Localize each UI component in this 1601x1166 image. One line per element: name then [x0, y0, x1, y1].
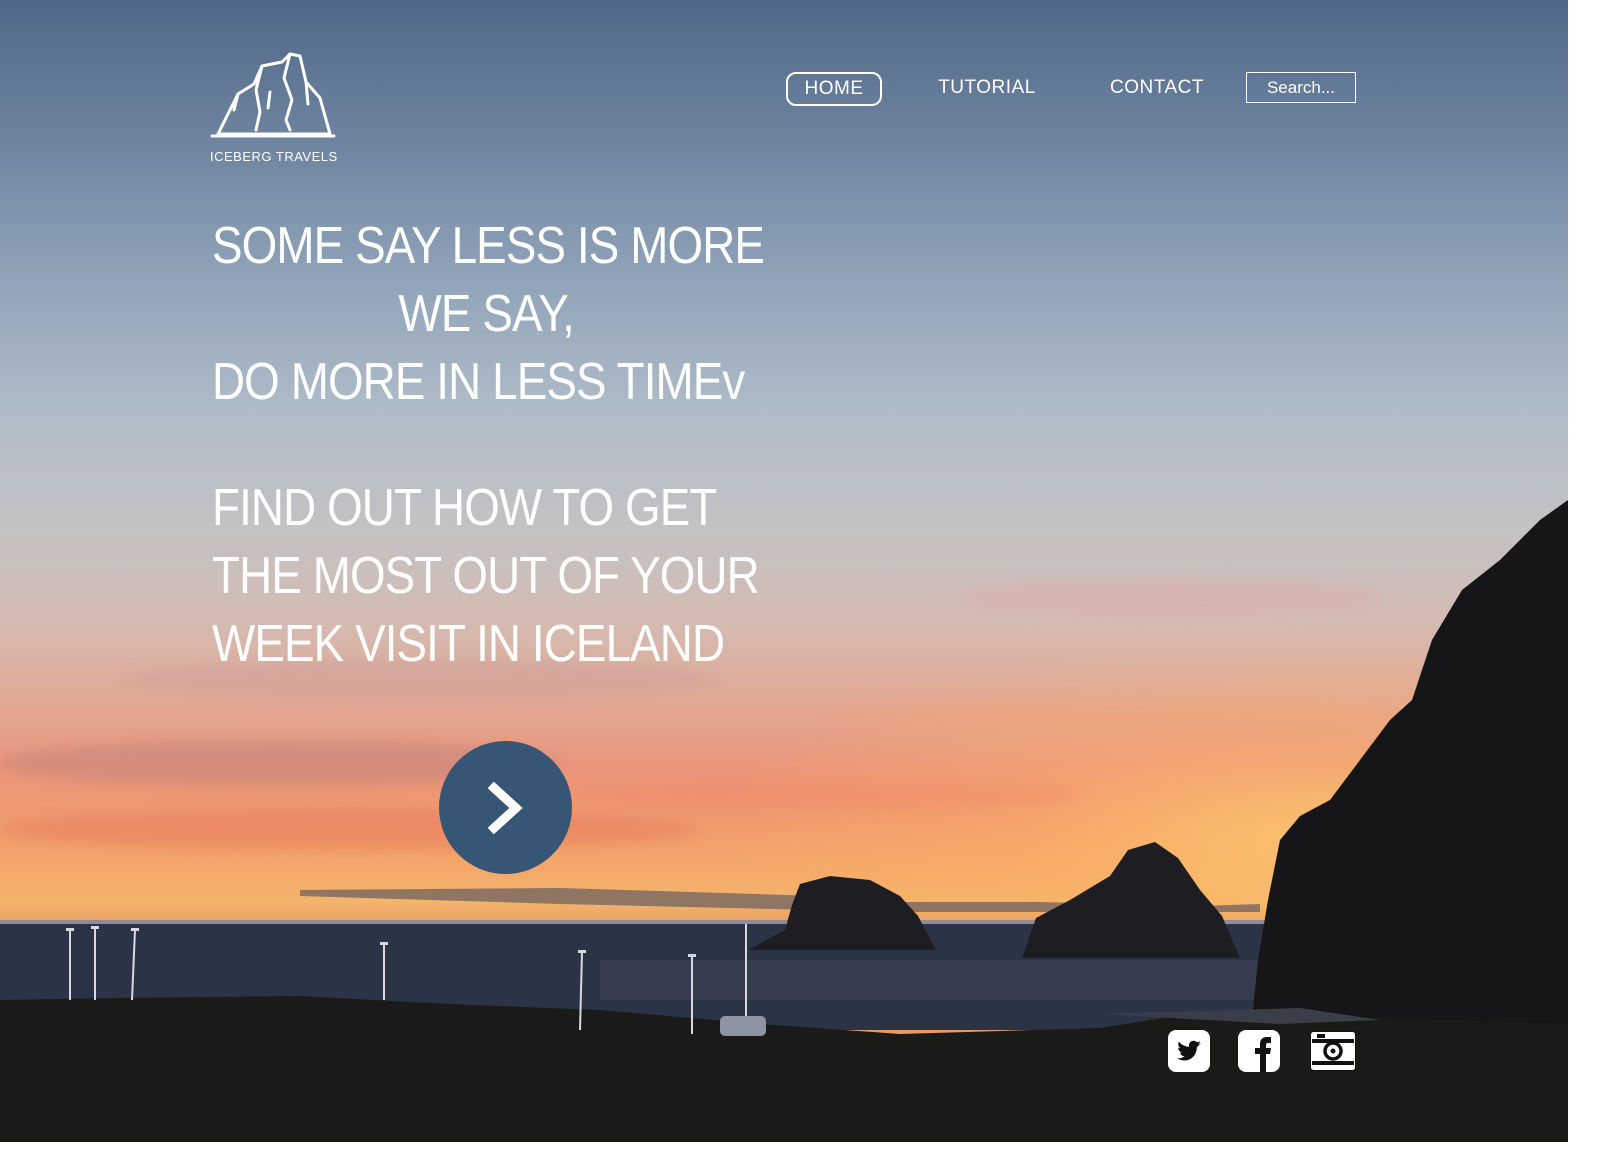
nav-home[interactable]: HOME	[786, 72, 882, 106]
cliff	[1250, 500, 1568, 1040]
hero-headline: SOME SAY LESS IS MORE WE SAY, DO MORE IN…	[212, 212, 765, 416]
camera-icon	[1310, 1031, 1356, 1071]
subheadline-line: WEEK VISIT IN ICELAND	[212, 615, 725, 673]
camera-link[interactable]	[1309, 1030, 1357, 1072]
facebook-link[interactable]	[1238, 1030, 1280, 1072]
brand-name: ICEBERG TRAVELS	[210, 149, 338, 164]
subheadline-line: FIND OUT HOW TO GET	[212, 479, 717, 537]
twitter-icon	[1168, 1030, 1210, 1072]
iceberg-icon	[210, 52, 336, 138]
headline-line: WE SAY,	[398, 285, 575, 343]
subheadline-line: THE MOST OUT OF YOUR	[212, 547, 760, 605]
rock-island-left	[748, 876, 936, 950]
headline-line: SOME SAY LESS IS MORE	[212, 217, 765, 275]
brand-logo[interactable]: ICEBERG TRAVELS	[210, 52, 338, 164]
twitter-link[interactable]	[1168, 1030, 1210, 1072]
nav-contact[interactable]: CONTACT	[1100, 72, 1214, 104]
chevron-right-icon	[487, 781, 523, 834]
headline-line: DO MORE IN LESS TIMEv	[212, 353, 745, 411]
facebook-icon	[1238, 1030, 1280, 1072]
nav-tutorial[interactable]: TUTORIAL	[930, 72, 1044, 104]
rock-island-right	[1022, 842, 1240, 958]
next-button[interactable]	[439, 741, 572, 874]
car	[720, 1016, 766, 1036]
hero-subheadline: FIND OUT HOW TO GET THE MOST OUT OF YOUR…	[212, 474, 760, 678]
search-input[interactable]	[1246, 72, 1356, 103]
sea-reflection	[600, 960, 1300, 1000]
